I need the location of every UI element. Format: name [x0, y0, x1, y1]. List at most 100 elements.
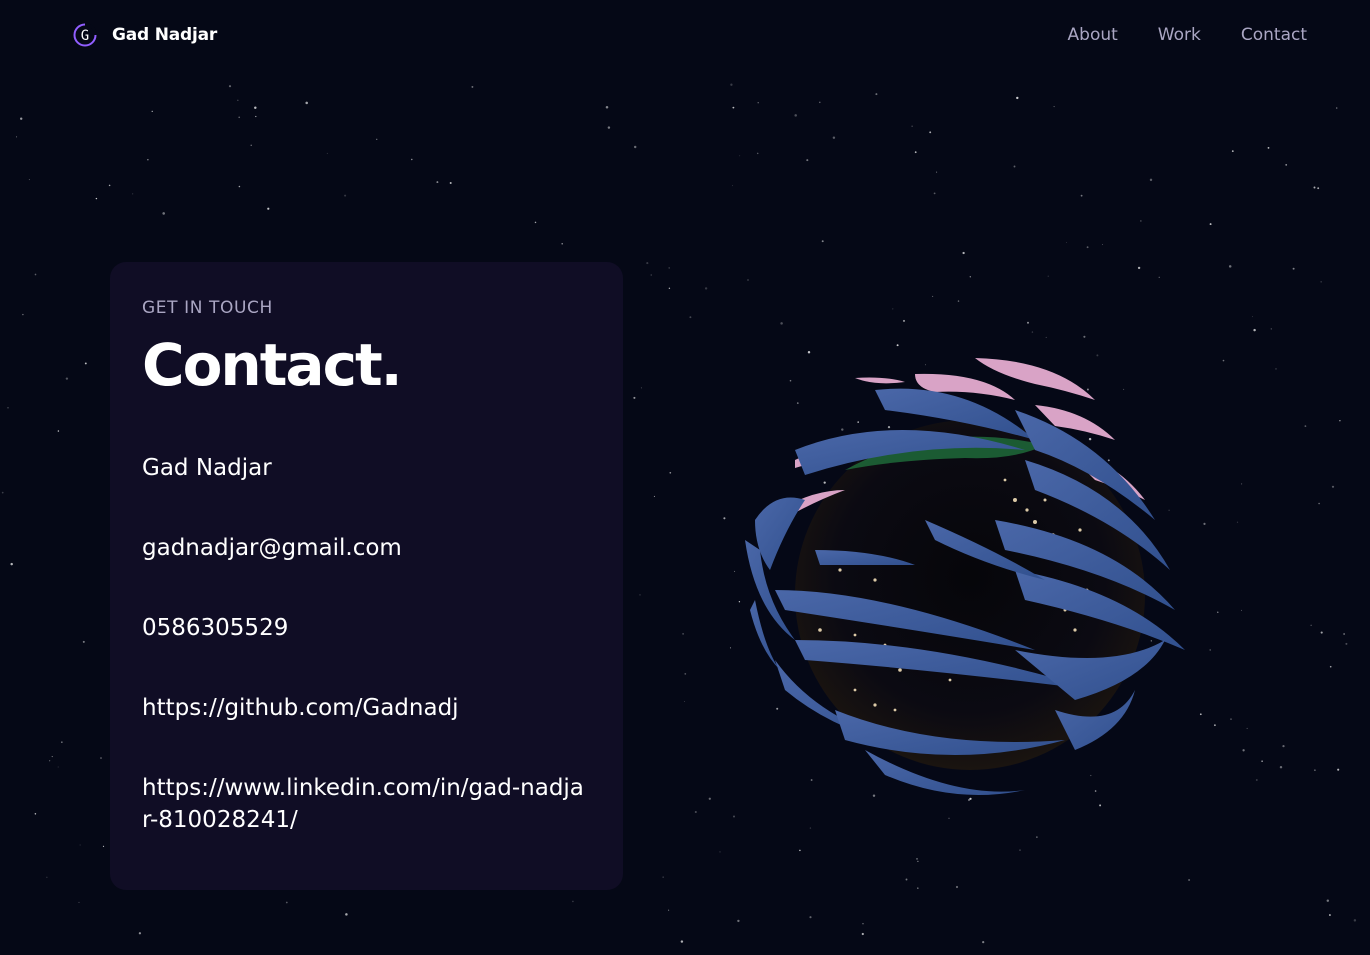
star: [267, 207, 270, 210]
star: [1270, 328, 1272, 330]
star: [1228, 265, 1232, 268]
contact-card: Get in touch Contact. Gad Nadjar gadnadj…: [110, 262, 623, 890]
star: [228, 85, 232, 88]
top-navbar: G Gad Nadjar About Work Contact: [0, 0, 1370, 70]
star: [929, 131, 932, 134]
star: [1241, 609, 1243, 611]
star: [1, 491, 4, 494]
star: [65, 377, 69, 380]
star: [1027, 321, 1029, 324]
star: [640, 387, 642, 389]
star: [1137, 266, 1141, 270]
star: [1313, 186, 1316, 189]
star: [344, 194, 347, 197]
star: [650, 274, 652, 276]
star: [95, 197, 98, 200]
star: [969, 276, 971, 278]
nav-link-contact[interactable]: Contact: [1241, 25, 1307, 45]
star: [147, 159, 149, 161]
star: [57, 430, 60, 432]
section-title: Contact.: [142, 331, 403, 399]
star: [794, 114, 797, 117]
star: [411, 158, 413, 161]
star: [1083, 335, 1086, 338]
star: [1231, 150, 1234, 152]
star: [861, 932, 864, 936]
star: [46, 876, 48, 878]
star: [534, 221, 537, 224]
star: [1241, 483, 1243, 485]
brand-home-link[interactable]: G Gad Nadjar: [72, 22, 217, 48]
star: [917, 887, 919, 889]
star: [605, 106, 609, 109]
star: [948, 817, 950, 819]
star: [1016, 96, 1019, 100]
linkedin-link[interactable]: https://www.linkedin.com/in/gad-nadjar-8…: [142, 772, 591, 836]
star: [238, 185, 241, 188]
star: [932, 295, 934, 297]
star: [305, 101, 308, 105]
star: [911, 125, 913, 127]
star: [694, 810, 697, 814]
star: [1013, 165, 1016, 168]
star: [34, 273, 37, 276]
star: [914, 151, 917, 154]
star: [1199, 713, 1202, 716]
star: [1158, 276, 1160, 278]
svg-text:G: G: [81, 28, 89, 44]
star: [737, 919, 740, 923]
star: [719, 851, 721, 853]
star: [1328, 914, 1331, 916]
star: [1320, 281, 1322, 283]
star: [639, 594, 641, 596]
star: [1053, 106, 1055, 108]
star: [138, 932, 142, 935]
star: [747, 279, 749, 281]
star: [730, 83, 733, 86]
star: [1031, 331, 1034, 333]
contact-email-link[interactable]: gadnadjar@gmail.com: [142, 532, 591, 564]
star: [1326, 899, 1330, 902]
star: [345, 913, 348, 916]
star: [1209, 649, 1211, 651]
star: [449, 181, 452, 185]
star: [821, 240, 824, 243]
star: [669, 471, 672, 474]
star: [1230, 718, 1232, 720]
star: [633, 396, 636, 399]
contact-name: Gad Nadjar: [142, 455, 272, 481]
nav-link-work[interactable]: Work: [1158, 25, 1201, 45]
star: [756, 152, 759, 155]
earth-canvas[interactable]: [735, 350, 1195, 810]
star: [982, 940, 985, 944]
star: [436, 181, 439, 184]
star: [22, 313, 24, 316]
star: [1045, 336, 1047, 338]
star: [732, 106, 735, 109]
star: [1140, 220, 1142, 222]
star: [102, 845, 105, 848]
star: [682, 632, 685, 635]
star: [1209, 223, 1212, 226]
github-link[interactable]: https://github.com/Gadnadj: [142, 692, 591, 724]
star: [1019, 849, 1021, 851]
star: [132, 193, 134, 195]
star: [708, 797, 711, 800]
star: [1282, 745, 1285, 748]
star: [7, 406, 9, 409]
star: [1310, 624, 1312, 626]
globe-icon: [745, 358, 1185, 795]
star: [1080, 194, 1083, 197]
star: [662, 876, 664, 878]
star: [1149, 178, 1153, 182]
star: [561, 242, 563, 245]
star: [34, 813, 37, 815]
star: [238, 116, 241, 119]
star: [832, 136, 836, 139]
star: [668, 267, 671, 269]
nav-link-about[interactable]: About: [1068, 25, 1118, 45]
star: [57, 766, 59, 768]
star: [607, 126, 611, 129]
star: [916, 858, 918, 860]
star: [1279, 765, 1283, 769]
